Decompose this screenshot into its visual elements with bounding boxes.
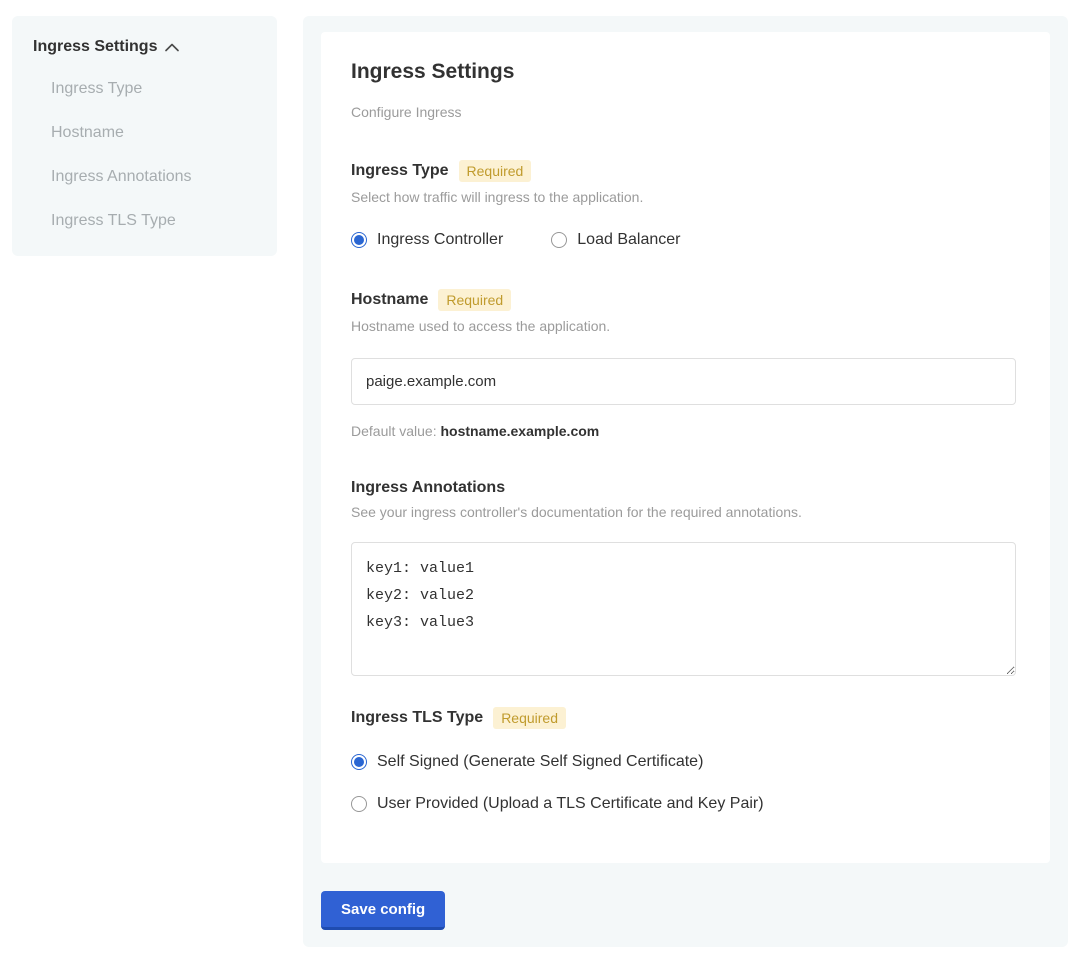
radio-label[interactable]: Self Signed (Generate Self Signed Certif… — [377, 753, 703, 771]
annotations-textarea[interactable]: key1: value1 key2: value2 key3: value3 — [351, 542, 1016, 676]
ingress-type-help: Select how traffic will ingress to the a… — [351, 189, 1016, 205]
radio-label[interactable]: User Provided (Upload a TLS Certificate … — [377, 795, 764, 813]
hostname-required-badge: Required — [438, 289, 511, 311]
ingress-settings-card: Ingress Settings Configure Ingress Ingre… — [321, 32, 1050, 863]
radio-option-user-provided[interactable]: User Provided (Upload a TLS Certificate … — [351, 795, 1016, 813]
sidebar-group-ingress-settings[interactable]: Ingress Settings — [33, 38, 257, 56]
hostname-label: Hostname — [351, 291, 428, 309]
radio-label[interactable]: Ingress Controller — [377, 231, 503, 249]
annotations-label: Ingress Annotations — [351, 479, 505, 497]
ingress-type-required-badge: Required — [459, 160, 532, 182]
radio-icon[interactable] — [351, 796, 367, 812]
chevron-up-icon — [165, 43, 179, 52]
radio-icon[interactable] — [351, 232, 367, 248]
sidebar-item-ingress-annotations[interactable]: Ingress Annotations — [51, 168, 257, 186]
main-panel: Ingress Settings Configure Ingress Ingre… — [303, 16, 1068, 947]
config-nav-sidebar: Ingress Settings Ingress Type Hostname I… — [12, 16, 277, 256]
annotations-help: See your ingress controller's documentat… — [351, 504, 1016, 520]
sidebar-item-ingress-type[interactable]: Ingress Type — [51, 80, 257, 98]
radio-option-ingress-controller[interactable]: Ingress Controller — [351, 231, 503, 249]
hostname-default-line: Default value: hostname.example.com — [351, 423, 1016, 439]
radio-icon[interactable] — [351, 754, 367, 770]
tls-type-options: Self Signed (Generate Self Signed Certif… — [351, 753, 1016, 813]
default-value-label: Default value: — [351, 423, 441, 439]
radio-icon[interactable] — [551, 232, 567, 248]
section-ingress-tls-type: Ingress TLS Type Required Self Signed (G… — [351, 707, 1016, 813]
page-title: Ingress Settings — [351, 60, 1016, 84]
save-config-button[interactable]: Save config — [321, 891, 445, 930]
default-value-text: hostname.example.com — [441, 423, 600, 439]
ingress-type-label: Ingress Type — [351, 162, 449, 180]
page-subtitle: Configure Ingress — [351, 104, 1016, 120]
sidebar-items: Ingress Type Hostname Ingress Annotation… — [33, 80, 257, 230]
hostname-help: Hostname used to access the application. — [351, 318, 1016, 334]
sidebar-group-label: Ingress Settings — [33, 38, 157, 56]
section-ingress-annotations: Ingress Annotations See your ingress con… — [351, 479, 1016, 681]
tls-type-required-badge: Required — [493, 707, 566, 729]
sidebar-item-hostname[interactable]: Hostname — [51, 124, 257, 142]
section-ingress-type: Ingress Type Required Select how traffic… — [351, 160, 1016, 249]
ingress-type-options: Ingress Controller Load Balancer — [351, 231, 1016, 249]
sidebar-item-ingress-tls-type[interactable]: Ingress TLS Type — [51, 212, 257, 230]
page: Ingress Settings Ingress Type Hostname I… — [0, 0, 1090, 969]
hostname-input[interactable] — [351, 358, 1016, 405]
radio-option-load-balancer[interactable]: Load Balancer — [551, 231, 680, 249]
tls-type-label: Ingress TLS Type — [351, 709, 483, 727]
radio-label[interactable]: Load Balancer — [577, 231, 680, 249]
section-hostname: Hostname Required Hostname used to acces… — [351, 289, 1016, 439]
radio-option-self-signed[interactable]: Self Signed (Generate Self Signed Certif… — [351, 753, 1016, 771]
